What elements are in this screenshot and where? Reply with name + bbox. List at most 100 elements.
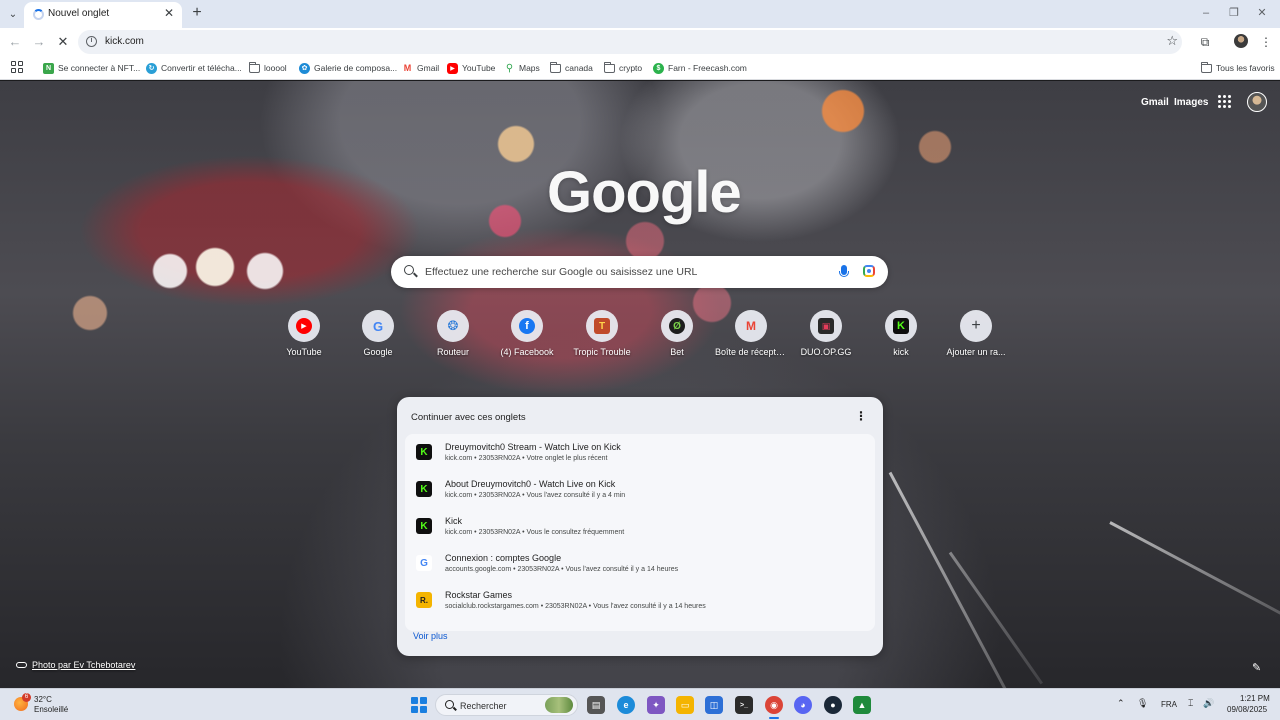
browser-menu-icon[interactable]: ⋮ [1257, 33, 1275, 51]
shortcut-tropic-trouble[interactable]: T Tropic Trouble [566, 310, 638, 357]
extensions-puzzle-icon[interactable]: ⧉ [1196, 33, 1214, 51]
microphone-icon[interactable]: 🎙 [1137, 698, 1148, 709]
kick-icon: K [416, 444, 432, 460]
tropic-trouble-icon: T [594, 318, 610, 334]
tray-overflow-chevron-up-icon[interactable]: ⌃ [1117, 698, 1125, 709]
bookmark-star-icon[interactable]: ☆ [1166, 33, 1178, 49]
list-item[interactable]: K Kick kick.com • 23053RN02A • Vous le c… [405, 508, 875, 543]
chrome-icon[interactable]: ◉ [765, 696, 783, 714]
back-arrow-icon[interactable]: ← [6, 33, 24, 51]
shortcut-gmail-inbox[interactable]: M Boîte de réception (2... [715, 310, 787, 357]
shortcut-google[interactable]: G Google [342, 310, 414, 357]
gmail-icon: M [403, 63, 412, 73]
close-icon[interactable]: ✕ [164, 6, 174, 20]
youtube-icon: ▶ [447, 62, 458, 74]
shortcut-routeur[interactable]: ❂ Routeur [417, 310, 489, 357]
forward-arrow-icon[interactable]: → [30, 33, 48, 51]
images-link[interactable]: Images [1174, 97, 1208, 108]
restore-icon[interactable]: ❐ [1224, 4, 1244, 22]
search-icon [404, 265, 414, 275]
stop-loading-icon[interactable]: ✕ [54, 33, 72, 51]
google-lens-icon[interactable] [863, 265, 875, 277]
shortcut-facebook[interactable]: f (4) Facebook [491, 310, 563, 357]
clock-date[interactable]: 09/08/2025 [1227, 705, 1267, 714]
store-icon[interactable]: ◫ [705, 696, 723, 714]
kick-icon: K [416, 481, 432, 497]
card-menu-icon[interactable]: ⋮ [855, 409, 867, 423]
bookmark-folder-looool[interactable]: looool [249, 61, 287, 75]
folder-icon[interactable]: ▭ [676, 696, 694, 714]
list-item[interactable]: R. Rockstar Games socialclub.rockstargam… [405, 582, 875, 617]
search-icon [445, 700, 454, 709]
taskbar-search-input[interactable] [460, 698, 540, 713]
kick-icon: K [893, 318, 909, 334]
browser-toolbar: ← → ✕ i kick.com ☆ ⧉ ⋮ [0, 28, 1280, 56]
google-logo: Google [547, 160, 742, 225]
bookmark-freecash[interactable]: $ Farn - Freecash.com [653, 61, 747, 75]
bookmark-convertir[interactable]: ↻ Convertir et télécha... [146, 61, 242, 75]
shortcut-add[interactable]: + Ajouter un ra... [940, 310, 1012, 357]
gmail-link[interactable]: Gmail [1141, 97, 1169, 108]
folder-icon [604, 61, 615, 73]
taskbar-search[interactable] [435, 694, 578, 716]
background-decoration [888, 471, 1019, 688]
account-avatar[interactable] [1247, 92, 1267, 112]
shortcut-duo-opgg[interactable]: ▣ DUO.OP.GG [790, 310, 862, 357]
language-indicator[interactable]: FRA [1161, 700, 1177, 709]
see-more-link[interactable]: Voir plus [413, 631, 448, 641]
bookmark-galerie[interactable]: ✿ Galerie de composa... [299, 61, 397, 75]
edge-icon[interactable]: e [617, 696, 635, 714]
site-info-icon[interactable]: i [86, 36, 97, 47]
shortcut-kick[interactable]: K kick [865, 310, 937, 357]
list-item[interactable]: K About Dreuymovitch0 - Watch Live on Ki… [405, 471, 875, 506]
photo-credit-link[interactable]: Photo par Ev Tchebotarev [16, 660, 135, 670]
customize-pencil-icon[interactable]: ✎ [1252, 661, 1261, 674]
search-input[interactable] [425, 261, 825, 283]
file-explorer-icon[interactable]: ▤ [587, 696, 605, 714]
kick-icon: K [416, 518, 432, 534]
bookmark-maps[interactable]: ⚲ Maps [504, 61, 540, 75]
all-bookmarks-folder[interactable]: Tous les favoris [1201, 61, 1275, 75]
bookmark-youtube[interactable]: ▶ YouTube [447, 61, 495, 75]
discord-icon[interactable]: ◕ [794, 696, 812, 714]
network-icon[interactable]: ⌶ [1188, 698, 1193, 709]
window-close-icon[interactable]: ✕ [1252, 4, 1272, 22]
continue-tabs-title: Continuer avec ces onglets [411, 412, 526, 423]
copilot-icon[interactable]: ✦ [647, 696, 665, 714]
address-bar-url[interactable]: kick.com [105, 36, 144, 47]
minimize-icon[interactable]: – [1196, 4, 1216, 22]
convert-icon: ↻ [146, 62, 157, 74]
bookmark-folder-canada[interactable]: canada [550, 61, 593, 75]
gmail-icon: M [746, 319, 756, 333]
new-tab-page: Gmail Images Google ▶ YouTube G Google ❂… [0, 81, 1280, 688]
active-app-indicator [769, 717, 779, 719]
tab-new-tab[interactable]: Nouvel onglet ✕ [24, 2, 182, 28]
windows-start-icon[interactable] [411, 697, 427, 713]
clock-time[interactable]: 1:21 PM [1240, 694, 1270, 703]
new-tab-plus-icon[interactable]: + [188, 4, 206, 22]
freecash-icon: $ [653, 62, 664, 74]
duo-opgg-icon: ▣ [818, 318, 834, 334]
nvidia-icon[interactable]: ▲ [853, 696, 871, 714]
shortcut-bet[interactable]: Ø Bet [641, 310, 713, 357]
apps-grid-icon[interactable] [11, 61, 23, 73]
profile-avatar[interactable] [1234, 34, 1248, 48]
tab-search-chevron-down-icon[interactable]: ⌄ [4, 5, 22, 23]
address-bar[interactable]: i kick.com ☆ [78, 30, 1182, 54]
folder-icon [550, 61, 561, 73]
bookmark-nft[interactable]: N Se connecter à NFT... [43, 61, 140, 75]
google-apps-icon[interactable] [1218, 95, 1231, 108]
shortcut-youtube[interactable]: ▶ YouTube [268, 310, 340, 357]
list-item[interactable]: K Dreuymovitch0 Stream - Watch Live on K… [405, 434, 875, 469]
terminal-icon[interactable]: >_ [735, 696, 753, 714]
volume-icon[interactable]: 🔊 [1203, 698, 1214, 709]
bookmark-gmail[interactable]: M Gmail [402, 61, 439, 75]
search-highlight-image [545, 697, 573, 713]
steam-icon[interactable]: ● [824, 696, 842, 714]
background-decoration [948, 551, 1044, 685]
plus-icon: + [971, 317, 981, 334]
microphone-icon[interactable] [839, 265, 849, 277]
list-item[interactable]: G Connexion : comptes Google accounts.go… [405, 545, 875, 580]
bookmark-folder-crypto[interactable]: crypto [604, 61, 642, 75]
google-search-box[interactable] [391, 256, 888, 288]
